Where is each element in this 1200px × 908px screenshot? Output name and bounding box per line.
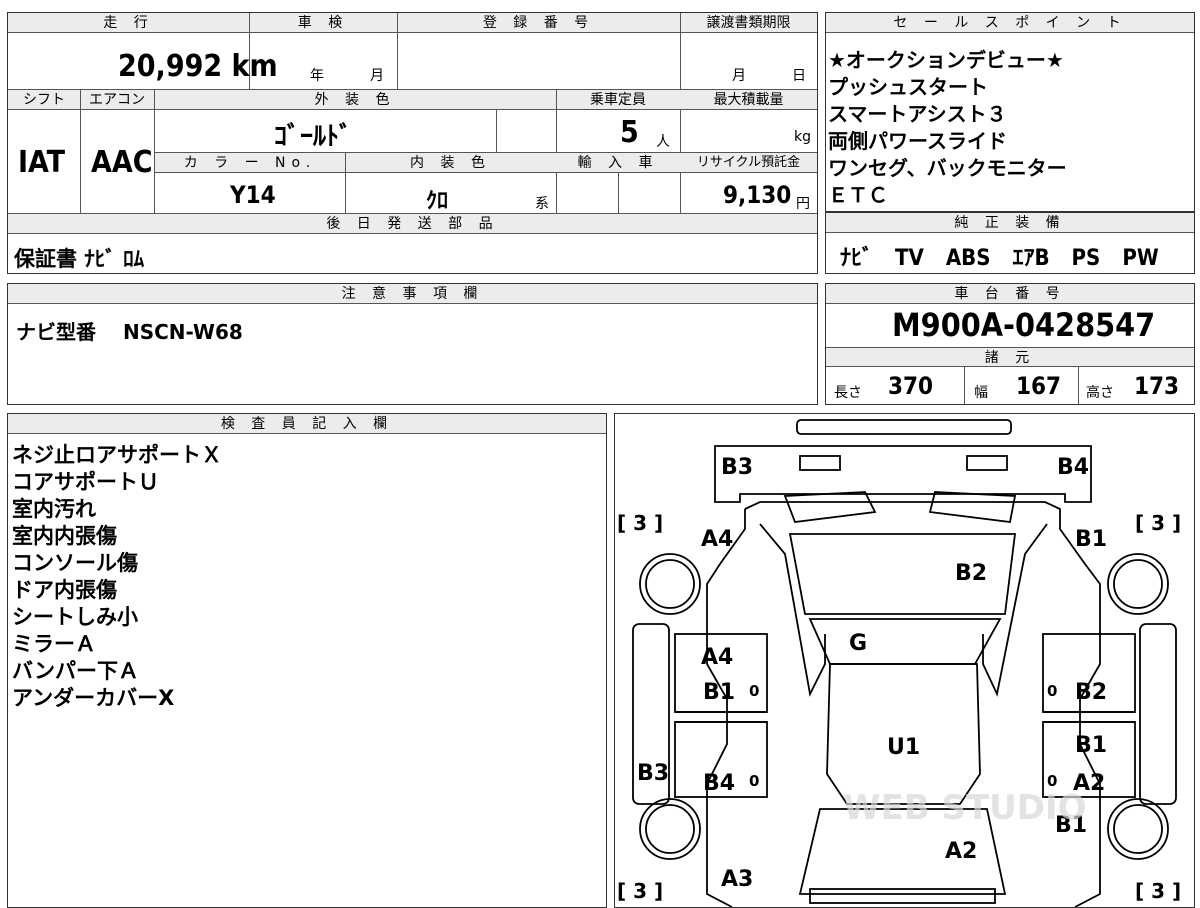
import-header: 輸 入 車 xyxy=(556,153,680,173)
inspector-line: ネジ止ロアサポートＸ xyxy=(12,443,222,467)
mark-a4-mid: A4 xyxy=(701,645,733,670)
max-load-header: 最大積載量 xyxy=(680,90,817,110)
vehicle-info-table: 走 行 車 検 登 録 番 号 譲渡書類期限 20,992 km 年 月 月 日… xyxy=(7,12,818,274)
mileage-value: 20,992 km xyxy=(118,49,278,84)
shift-value: IAT xyxy=(18,145,66,180)
watermark: WEB STUDIO xyxy=(843,788,1087,828)
mark-a3-bottom-left: A3 xyxy=(721,867,753,892)
length-value: 370 xyxy=(888,372,934,400)
capacity-value: 5 xyxy=(620,115,639,150)
chassis-header: 車 台 番 号 xyxy=(826,284,1194,304)
width-label: 幅 xyxy=(974,385,988,401)
mileage-header: 走 行 xyxy=(8,13,249,33)
sales-line: プッシュスタート xyxy=(828,75,988,99)
interior-color-header: 内 装 色 xyxy=(345,153,556,173)
color-no-header: カ ラ ー No. xyxy=(155,153,345,173)
mark-b1-top-right: B1 xyxy=(1075,527,1107,552)
height-label: 高さ xyxy=(1086,385,1114,401)
mark-rear-right: B4 xyxy=(1057,455,1089,480)
capacity-unit: 人 xyxy=(656,134,670,150)
mark-rear-left: B3 xyxy=(721,455,753,480)
shift-header: シフト xyxy=(8,90,80,110)
interior-color-suffix: 系 xyxy=(535,196,549,212)
mark-b1-mid-left: B1 xyxy=(703,680,735,705)
inspector-line: ミラーＡ xyxy=(12,632,96,656)
chassis-value: M900A-0428547 xyxy=(892,306,1156,344)
interior-color-value: ｸﾛ xyxy=(426,189,449,214)
deadline-month: 月 xyxy=(732,68,746,84)
notes-value: ナビ型番 NSCN-W68 xyxy=(16,320,243,344)
inspector-header: 検 査 員 記 入 欄 xyxy=(8,414,606,434)
aircon-header: エアコン xyxy=(80,90,154,110)
mark-a2-bonnet: A2 xyxy=(945,839,977,864)
exterior-color-value: ｺﾞｰﾙﾄﾞ xyxy=(274,122,353,152)
sales-line: スマートアシスト３ xyxy=(828,102,1007,126)
zero-mark: 0 xyxy=(749,772,759,790)
sales-points-header: セ ー ル ス ポ イ ン ト xyxy=(826,13,1194,33)
car-diagram-panel: B3 B4 [ 3 ] [ 3 ] [ 3 ] [ 3 ] A4 B1 B2 G… xyxy=(614,413,1195,908)
notes-panel: 注 意 事 項 欄 ナビ型番 NSCN-W68 xyxy=(7,283,818,405)
inspection-header: 車 検 xyxy=(249,13,397,33)
sales-line: ★オークションデビュー★ xyxy=(828,48,1064,72)
inspector-line: ドア内張傷 xyxy=(12,578,117,602)
specs-header: 諸 元 xyxy=(826,347,1194,367)
aircon-value: AAC xyxy=(91,145,153,180)
later-parts-value: 保証書 ﾅﾋﾞ ﾛﾑ xyxy=(14,247,145,271)
inspector-panel: 検 査 員 記 入 欄 ネジ止ロアサポートＸ コアサポートＵ 室内汚れ 室内内張… xyxy=(7,413,607,908)
length-label: 長さ xyxy=(834,385,862,401)
mark-b2-roof: B2 xyxy=(955,561,987,586)
bracket-bottom-right: [ 3 ] xyxy=(1135,879,1181,903)
max-load-unit: kg xyxy=(794,129,811,145)
notes-header: 注 意 事 項 欄 xyxy=(8,284,817,304)
chassis-panel: 車 台 番 号 M900A-0428547 諸 元 長さ 370 幅 167 高… xyxy=(825,283,1195,405)
inspection-year: 年 xyxy=(310,68,324,84)
zero-mark: 0 xyxy=(749,682,759,700)
transfer-deadline-header: 譲渡書類期限 xyxy=(680,13,817,33)
mark-b4-lower-left: B4 xyxy=(703,771,735,796)
zero-mark: 0 xyxy=(1047,682,1057,700)
mark-a4-top: A4 xyxy=(701,527,733,552)
mark-b1-right-lower: B1 xyxy=(1075,733,1107,758)
inspector-line: シートしみ小 xyxy=(12,605,138,629)
sales-line: ＥＴＣ xyxy=(828,183,888,207)
capacity-header: 乗車定員 xyxy=(556,90,680,110)
inspector-line: バンパー下Ａ xyxy=(12,659,140,683)
recycle-header: リサイクル預託金 xyxy=(680,153,817,173)
later-parts-header: 後 日 発 送 部 品 xyxy=(8,214,817,234)
inspector-line: 室内汚れ xyxy=(12,497,96,521)
inspector-list: ネジ止ロアサポートＸ コアサポートＵ 室内汚れ 室内内張傷 コンソール傷 ドア内… xyxy=(12,442,222,712)
equipment-value: ﾅﾋﾞ TV ABS ｴｱB PS PW xyxy=(840,246,1159,271)
color-no-value: Y14 xyxy=(230,181,276,209)
equipment-header: 純 正 装 備 xyxy=(826,213,1194,233)
inspector-line: コアサポートＵ xyxy=(12,470,159,494)
inspection-month: 月 xyxy=(370,68,384,84)
mark-g-glass: G xyxy=(849,631,867,656)
sales-points-panel: セ ー ル ス ポ イ ン ト ★オークションデビュー★ プッシュスタート スマ… xyxy=(825,12,1195,212)
sales-line: 両側パワースライド xyxy=(828,129,1007,153)
inspector-line: 室内内張傷 xyxy=(12,524,117,548)
width-value: 167 xyxy=(1016,372,1062,400)
sales-points-list: ★オークションデビュー★ プッシュスタート スマートアシスト３ 両側パワースライ… xyxy=(828,47,1067,209)
recycle-value: 9,130 xyxy=(723,181,792,209)
inspector-line: アンダーカバーX xyxy=(12,686,175,710)
car-diagram: B3 B4 [ 3 ] [ 3 ] [ 3 ] [ 3 ] A4 B1 B2 G… xyxy=(617,419,1181,907)
mark-b3-left-side: B3 xyxy=(637,761,669,786)
mark-u1-floor: U1 xyxy=(887,735,920,760)
bracket-top-right: [ 3 ] xyxy=(1135,511,1181,535)
height-value: 173 xyxy=(1134,372,1180,400)
deadline-day: 日 xyxy=(792,68,806,84)
mark-b2-mid-right: B2 xyxy=(1075,680,1107,705)
inspector-line: コンソール傷 xyxy=(12,551,138,575)
recycle-unit: 円 xyxy=(796,196,810,212)
equipment-panel: 純 正 装 備 ﾅﾋﾞ TV ABS ｴｱB PS PW xyxy=(825,212,1195,274)
sales-line: ワンセグ、バックモニター xyxy=(828,156,1067,180)
bracket-bottom-left: [ 3 ] xyxy=(617,879,663,903)
exterior-color-header: 外 装 色 xyxy=(154,90,556,110)
bracket-top-left: [ 3 ] xyxy=(617,511,663,535)
registration-header: 登 録 番 号 xyxy=(397,13,680,33)
